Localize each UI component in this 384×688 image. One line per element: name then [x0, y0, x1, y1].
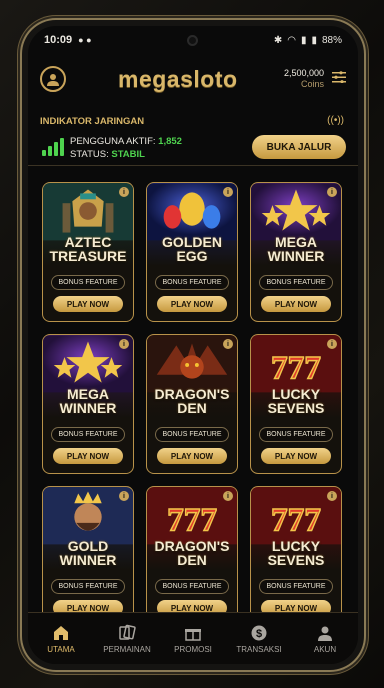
nav-item-promosi[interactable]: PROMOSI: [160, 613, 226, 664]
game-card[interactable]: 777 i LUCKY SEVENS BONUS FEATURE PLAY NOW: [250, 486, 342, 626]
status-value: STABIL: [111, 149, 145, 160]
status-icons: ✱ ◠ ▮ ▮ 88%: [274, 35, 342, 46]
signal-bars-icon: [42, 138, 64, 156]
app-header: megasloto 2,500,000 Coins: [28, 56, 358, 102]
coin-label: Coins: [300, 79, 324, 89]
game-card[interactable]: i MEGA WINNER BONUS FEATURE PLAY NOW: [250, 182, 342, 322]
bonus-feature-badge: BONUS FEATURE: [51, 275, 125, 290]
play-now-button[interactable]: PLAY NOW: [261, 296, 331, 312]
game-title: MEGA WINNER: [59, 386, 117, 416]
status-time: 10:09: [44, 34, 73, 46]
game-card[interactable]: 777 i LUCKY SEVENS BONUS FEATURE PLAY NOW: [250, 334, 342, 474]
app-logo: megasloto: [118, 65, 238, 92]
info-icon[interactable]: i: [223, 491, 233, 501]
bonus-feature-badge: BONUS FEATURE: [51, 579, 125, 594]
game-card[interactable]: i GOLDEN EGG BONUS FEATURE PLAY NOW: [146, 182, 238, 322]
bottom-navigation: UTAMA PERMAINAN PROMOSI $ TRANSAKSI AKUN: [28, 612, 358, 664]
camera-hole: [187, 35, 198, 46]
active-users-label: PENGGUNA AKTIF:: [70, 136, 156, 147]
antenna-icon: ((•)): [327, 115, 344, 126]
info-icon[interactable]: i: [119, 339, 129, 349]
game-title: LUCKY SEVENS: [267, 538, 325, 568]
network-indicator: INDIKATOR JARINGAN ((•)) PENGGUNA AKTIF:…: [28, 108, 358, 166]
settings-menu-icon[interactable]: [332, 70, 346, 88]
play-now-button[interactable]: PLAY NOW: [261, 448, 331, 464]
network-stats: PENGGUNA AKTIF: 1,852 STATUS: STABIL: [70, 135, 182, 161]
nav-label: PROMOSI: [174, 644, 212, 654]
nav-item-permainan[interactable]: PERMAINAN: [94, 613, 160, 664]
status-label: STATUS:: [70, 149, 109, 160]
nav-item-transaksi[interactable]: $ TRANSAKSI: [226, 613, 292, 664]
signal-icon: ▮: [300, 34, 307, 46]
game-card[interactable]: i GOLD WINNER BONUS FEATURE PLAY NOW: [42, 486, 134, 626]
play-now-button[interactable]: PLAY NOW: [157, 296, 227, 312]
coin-balance: 2,500,000 Coins: [284, 68, 324, 90]
cards-icon: [118, 624, 136, 642]
active-users-value: 1,852: [158, 136, 182, 147]
nav-label: TRANSAKSI: [236, 644, 282, 654]
game-card[interactable]: i MEGA WINNER BONUS FEATURE PLAY NOW: [42, 334, 134, 474]
info-icon[interactable]: i: [119, 187, 129, 197]
nav-item-akun[interactable]: AKUN: [292, 613, 358, 664]
user-icon: [316, 624, 334, 642]
bonus-feature-badge: BONUS FEATURE: [155, 427, 229, 442]
bonus-feature-badge: BONUS FEATURE: [259, 275, 333, 290]
wifi-icon: ◠: [287, 34, 296, 46]
play-now-button[interactable]: PLAY NOW: [53, 296, 123, 312]
bonus-feature-badge: BONUS FEATURE: [259, 427, 333, 442]
bluetooth-icon: ✱: [273, 34, 283, 46]
play-now-button[interactable]: PLAY NOW: [53, 448, 123, 464]
info-icon[interactable]: i: [327, 339, 337, 349]
play-now-button[interactable]: PLAY NOW: [157, 448, 227, 464]
app-screen: 10:09 ● ● ✱ ◠ ▮ ▮ 88% megasloto 2,500,00…: [28, 26, 358, 664]
battery-level: 88%: [321, 34, 342, 46]
battery-icon: ▮: [311, 34, 317, 46]
game-title: DRAGON'S DEN: [154, 386, 230, 416]
game-card[interactable]: 777 i DRAGON'S DEN BONUS FEATURE PLAY NOW: [146, 486, 238, 626]
bonus-feature-badge: BONUS FEATURE: [155, 579, 229, 594]
game-card[interactable]: i DRAGON'S DEN BONUS FEATURE PLAY NOW: [146, 334, 238, 474]
bonus-feature-badge: BONUS FEATURE: [155, 275, 229, 290]
gift-icon: [184, 624, 202, 642]
game-title: GOLDEN EGG: [162, 234, 222, 264]
notification-icons: ● ●: [78, 35, 92, 45]
bonus-feature-badge: BONUS FEATURE: [259, 579, 333, 594]
user-icon: [47, 74, 59, 86]
svg-text:$: $: [256, 628, 262, 640]
bonus-feature-badge: BONUS FEATURE: [51, 427, 125, 442]
coin-value: 2,500,000: [283, 68, 324, 78]
phone-frame: 10:09 ● ● ✱ ◠ ▮ ▮ 88% megasloto 2,500,00…: [22, 20, 364, 670]
svg-text:777: 777: [271, 350, 321, 387]
info-icon[interactable]: i: [223, 339, 233, 349]
network-title: INDIKATOR JARINGAN: [40, 116, 145, 127]
info-icon[interactable]: i: [327, 187, 337, 197]
svg-text:777: 777: [271, 502, 321, 539]
nav-label: UTAMA: [47, 644, 75, 654]
game-title: LUCKY SEVENS: [267, 386, 325, 416]
game-grid: i AZTEC TREASURE BONUS FEATURE PLAY NOW i…: [42, 182, 344, 626]
game-card[interactable]: i AZTEC TREASURE BONUS FEATURE PLAY NOW: [42, 182, 134, 322]
info-icon[interactable]: i: [223, 187, 233, 197]
nav-item-utama[interactable]: UTAMA: [28, 613, 94, 664]
info-icon[interactable]: i: [119, 491, 129, 501]
game-title: AZTEC TREASURE: [49, 234, 127, 264]
home-icon: [52, 624, 70, 642]
open-route-button[interactable]: BUKA JALUR: [252, 135, 346, 159]
game-title: MEGA WINNER: [267, 234, 325, 264]
game-title: DRAGON'S DEN: [154, 538, 230, 568]
avatar[interactable]: [40, 66, 66, 92]
nav-label: PERMAINAN: [103, 644, 151, 654]
info-icon[interactable]: i: [327, 491, 337, 501]
dollar-icon: $: [250, 624, 268, 642]
svg-text:777: 777: [167, 502, 217, 539]
nav-label: AKUN: [313, 644, 337, 654]
game-title: GOLD WINNER: [59, 538, 117, 568]
